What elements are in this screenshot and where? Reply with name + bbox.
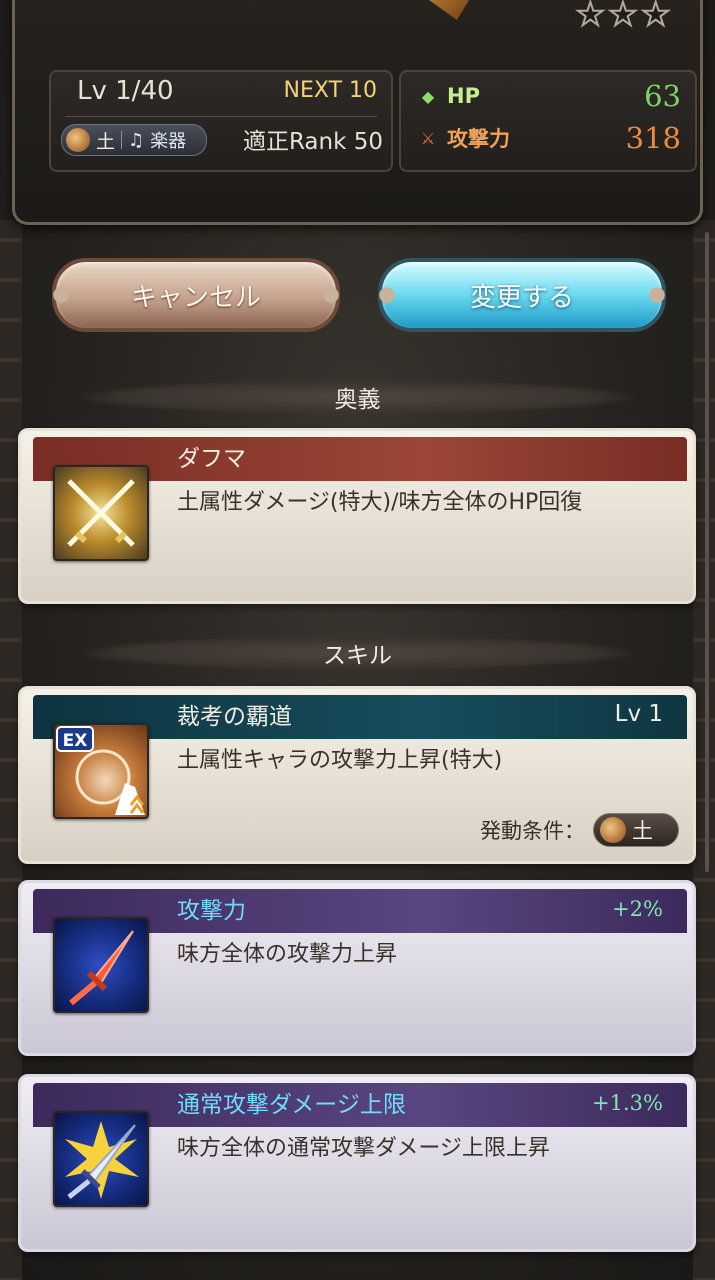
level-box: Lv 1/40 NEXT 10 土 ♫ 楽器 適正Rank 50	[49, 70, 393, 172]
ougi-card[interactable]: ダフマ 土属性ダメージ(特大)/味方全体のHP回復	[18, 428, 696, 604]
stats-box: ◆ HP 63 ⚔ 攻撃力 318	[399, 70, 697, 172]
red-sword-icon	[53, 917, 149, 1013]
ougi-name: ダフマ	[177, 446, 246, 472]
category-label: 楽器	[150, 131, 187, 152]
sword-icon: ⚔	[420, 128, 436, 148]
hp-value: 63	[644, 79, 681, 113]
hp-row: ◆ HP 63	[415, 76, 681, 116]
ougi-description: 土属性ダメージ(特大)/味方全体のHP回復	[177, 490, 583, 515]
button-ornament	[50, 272, 72, 318]
skill-card-ex[interactable]: 裁考の覇道 Lv 1 EX 土属性キャラの攻撃力上昇(特大) 発動条件： 土	[18, 686, 696, 864]
skill-card-damage-cap[interactable]: 通常攻撃ダメージ上限 +1.3% 味方全体の通常攻撃ダメージ上限上昇	[18, 1074, 696, 1252]
divider	[65, 116, 377, 117]
summon-status-panel: ★ ★ ★ Lv 1/40 NEXT 10 土 ♫ 楽器 適正Rank 50 ◆…	[12, 0, 703, 225]
element-category-chip: 土 ♫ 楽器	[61, 124, 207, 156]
condition-label: 発動条件：	[480, 819, 585, 843]
lyre-icon: ♫	[128, 129, 145, 151]
element-label: 土	[96, 130, 116, 153]
hp-label: HP	[447, 84, 480, 108]
crossed-swords-icon	[53, 465, 149, 561]
atk-label: 攻撃力	[447, 127, 510, 151]
level-text: Lv 1/40	[77, 76, 174, 106]
skill-name: 裁考の覇道	[177, 704, 292, 730]
scrollbar[interactable]	[705, 232, 709, 872]
skill-bonus: +1.3%	[592, 1091, 663, 1115]
change-button-label: 変更する	[469, 282, 574, 313]
button-ornament	[646, 272, 668, 318]
section-header-ougi: 奥義	[80, 380, 635, 414]
green-diamond-icon: ◆	[421, 86, 435, 106]
cancel-button[interactable]: キャンセル	[50, 258, 342, 332]
atk-value: 318	[625, 121, 681, 155]
skill-name: 通常攻撃ダメージ上限	[177, 1092, 406, 1118]
right-frame-border	[693, 220, 715, 1280]
change-button[interactable]: 変更する	[376, 258, 668, 332]
skill-description: 土属性キャラの攻撃力上昇(特大)	[177, 748, 503, 773]
svg-text:EX: EX	[63, 731, 88, 751]
star-icon: ★	[575, 0, 606, 33]
rarity-stars: ★ ★ ★	[575, 0, 671, 33]
earth-orb-icon	[66, 128, 90, 152]
ex-skill-icon: EX	[53, 723, 149, 819]
skill-level: Lv 1	[614, 701, 663, 727]
skill-card-attack[interactable]: 攻撃力 +2% 味方全体の攻撃力上昇	[18, 880, 696, 1056]
cancel-button-label: キャンセル	[130, 282, 261, 313]
next-exp-text: NEXT 10	[283, 78, 377, 103]
button-ornament	[320, 272, 342, 318]
chip-separator	[121, 131, 123, 149]
skill-name: 攻撃力	[177, 898, 246, 924]
summon-art-tip	[415, 0, 475, 20]
activation-condition: 発動条件： 土	[480, 813, 679, 847]
condition-element: 土	[632, 819, 653, 843]
section-header-skill: スキル	[80, 636, 635, 670]
skill-description: 味方全体の攻撃力上昇	[177, 942, 398, 967]
condition-element-chip: 土	[593, 813, 679, 847]
skill-bonus: +2%	[612, 897, 663, 921]
skill-description: 味方全体の通常攻撃ダメージ上限上昇	[177, 1136, 550, 1161]
star-icon: ★	[640, 0, 671, 33]
button-ornament	[376, 272, 398, 318]
rank-requirement: 適正Rank 50	[242, 129, 383, 155]
star-icon: ★	[608, 0, 639, 33]
burst-sword-icon	[53, 1111, 149, 1207]
earth-orb-icon	[600, 817, 626, 843]
atk-row: ⚔ 攻撃力 318	[415, 118, 681, 158]
